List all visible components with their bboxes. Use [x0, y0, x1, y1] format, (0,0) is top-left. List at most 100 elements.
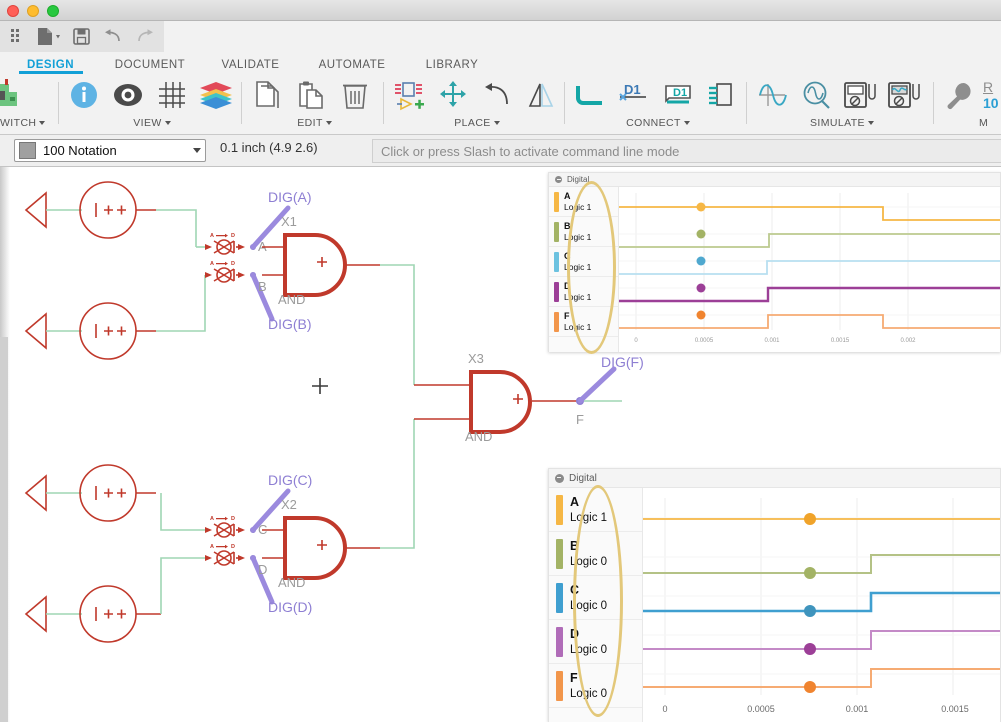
- wire-icon[interactable]: [568, 74, 612, 116]
- cursor-point-c: [804, 605, 816, 617]
- simulation-panel-1[interactable]: Digital A Logic 1 B Logic 1 C Logic 1 D …: [548, 172, 1001, 354]
- cursor-point-b: [696, 229, 706, 239]
- net-label-icon[interactable]: D1: [656, 74, 700, 116]
- probe-dig-f: [577, 366, 617, 404]
- ad-converter-b: A D: [205, 261, 245, 283]
- tab-library[interactable]: LIBRARY: [402, 59, 502, 74]
- minimize-window-button[interactable]: [27, 5, 39, 17]
- ribbon-group-connect: D1 D1 CONNECT: [568, 74, 748, 135]
- cursor-point-f: [804, 681, 816, 693]
- gate-type-x1: AND: [278, 292, 305, 307]
- move-icon[interactable]: [431, 74, 475, 116]
- cursor-point-b: [804, 567, 816, 579]
- ribbon-group-label-place[interactable]: PLACE: [387, 116, 567, 130]
- ribbon-group-view: VIEW: [62, 74, 242, 135]
- voltage-source-v3: [24, 464, 156, 522]
- ribbon-group-label-simulate[interactable]: SIMULATE: [750, 116, 934, 130]
- rotate-icon[interactable]: [475, 74, 519, 116]
- view-label-text: VIEW: [133, 117, 162, 129]
- place-component-icon[interactable]: [387, 74, 431, 116]
- signal-row-a[interactable]: A Logic 1: [549, 187, 618, 217]
- quick-access-toolbar-filler: [164, 21, 1001, 52]
- signal-row-d[interactable]: D Logic 1: [549, 277, 618, 307]
- save-icon[interactable]: [66, 23, 96, 51]
- xtick-label: 0: [634, 338, 638, 344]
- voltage-source-v2: [24, 302, 156, 360]
- voltage-source-v1: [24, 181, 156, 239]
- signal-row-f[interactable]: F Logic 0: [549, 664, 642, 708]
- wrench-icon[interactable]: [937, 74, 981, 116]
- tab-document[interactable]: DOCUMENT: [101, 59, 199, 74]
- app-grid-icon[interactable]: [2, 23, 32, 51]
- signal-row-b[interactable]: B Logic 1: [549, 217, 618, 247]
- oscilloscope-icon[interactable]: [882, 74, 926, 116]
- schematic-canvas[interactable]: .comp { stroke:#c0392b; fill:none; strok…: [0, 167, 1001, 722]
- signal-list-1: A Logic 1 B Logic 1 C Logic 1 D Logic 1 …: [549, 187, 619, 352]
- ribbon-group-switch: SWITCH: [0, 74, 60, 135]
- coordinate-readout: 0.1 inch (4.9 2.6): [220, 140, 318, 155]
- application-window: DESIGN DOCUMENT VALIDATE AUTOMATE LIBRAR…: [0, 0, 1001, 722]
- notation-dropdown[interactable]: 100 Notation: [14, 139, 206, 162]
- xtick-label: 0: [662, 704, 667, 714]
- xtick-label: 0.0005: [747, 704, 775, 714]
- ribbon-group-label-switch[interactable]: SWITCH: [0, 116, 60, 130]
- undo-icon[interactable]: [98, 23, 128, 51]
- close-window-button[interactable]: [7, 5, 19, 17]
- signal-color-swatch: [554, 251, 559, 272]
- grid-icon[interactable]: [150, 74, 194, 116]
- signal-row-c[interactable]: C Logic 1: [549, 247, 618, 277]
- right-partial-line2[interactable]: 10: [983, 95, 999, 111]
- waveform-plot-1[interactable]: 0 0.0005 0.001 0.0015 0.002: [619, 187, 1000, 352]
- delete-icon[interactable]: [333, 74, 377, 116]
- tab-validate[interactable]: VALIDATE: [199, 59, 302, 74]
- waveform-plot-2[interactable]: 0 0.0005 0.001 0.0015: [643, 488, 1000, 722]
- layers-icon[interactable]: [194, 74, 238, 116]
- collapse-icon[interactable]: [555, 176, 562, 183]
- simulation-panel-2[interactable]: Digital A Logic 1 B Logic 0 C Logic 0 D …: [548, 468, 1001, 722]
- xtick-label: 0.0005: [695, 338, 714, 344]
- redo-icon[interactable]: [130, 23, 160, 51]
- signal-row-b[interactable]: B Logic 0: [549, 532, 642, 576]
- display-mode-icon[interactable]: [106, 74, 150, 116]
- signal-row-c[interactable]: C Logic 0: [549, 576, 642, 620]
- svg-text:A: A: [210, 233, 214, 239]
- svg-text:A: A: [210, 261, 214, 267]
- place-label-text: PLACE: [454, 117, 491, 129]
- signal-color-swatch: [554, 221, 559, 242]
- signal-value: Logic 0: [570, 687, 608, 700]
- info-icon[interactable]: [62, 74, 106, 116]
- simulate-label-text: SIMULATE: [810, 117, 865, 129]
- chevron-down-icon: [164, 121, 171, 125]
- signal-name: B: [570, 538, 580, 553]
- command-line-placeholder: Click or press Slash to activate command…: [381, 143, 680, 159]
- ribbon-group-label-connect[interactable]: CONNECT: [568, 116, 748, 130]
- ribbon-group-label-manage[interactable]: M: [937, 116, 1001, 130]
- signal-row-f[interactable]: F Logic 1: [549, 307, 618, 337]
- switch-board-icon[interactable]: [0, 74, 26, 116]
- right-partial-line1[interactable]: R: [983, 79, 999, 95]
- waveform-icon[interactable]: [750, 74, 794, 116]
- collapse-icon[interactable]: [555, 473, 564, 483]
- new-document-icon[interactable]: [34, 23, 64, 51]
- cursor-point-d: [804, 643, 816, 655]
- paste-icon[interactable]: [289, 74, 333, 116]
- net-name-icon[interactable]: D1: [612, 74, 656, 116]
- ribbon-toolbar: SWITCH: [0, 74, 1001, 135]
- copy-icon[interactable]: [245, 74, 289, 116]
- mirror-icon[interactable]: [519, 74, 563, 116]
- multimeter-icon[interactable]: [838, 74, 882, 116]
- signal-row-a[interactable]: A Logic 1: [549, 488, 642, 532]
- ribbon-group-label-edit[interactable]: EDIT: [245, 116, 384, 130]
- bus-icon[interactable]: [700, 74, 744, 116]
- simulate-probe-icon[interactable]: [794, 74, 838, 116]
- probe-label-dig-d: DIG(D): [268, 599, 312, 615]
- cursor-point-f: [696, 310, 706, 320]
- voltage-source-v4: [24, 585, 161, 643]
- tab-automate[interactable]: AUTOMATE: [302, 59, 402, 74]
- maximize-window-button[interactable]: [47, 5, 59, 17]
- signal-color-swatch: [554, 281, 559, 302]
- command-line-input[interactable]: Click or press Slash to activate command…: [372, 139, 1001, 163]
- ribbon-group-label-view[interactable]: VIEW: [62, 116, 242, 130]
- tab-design[interactable]: DESIGN: [0, 59, 101, 74]
- signal-row-d[interactable]: D Logic 0: [549, 620, 642, 664]
